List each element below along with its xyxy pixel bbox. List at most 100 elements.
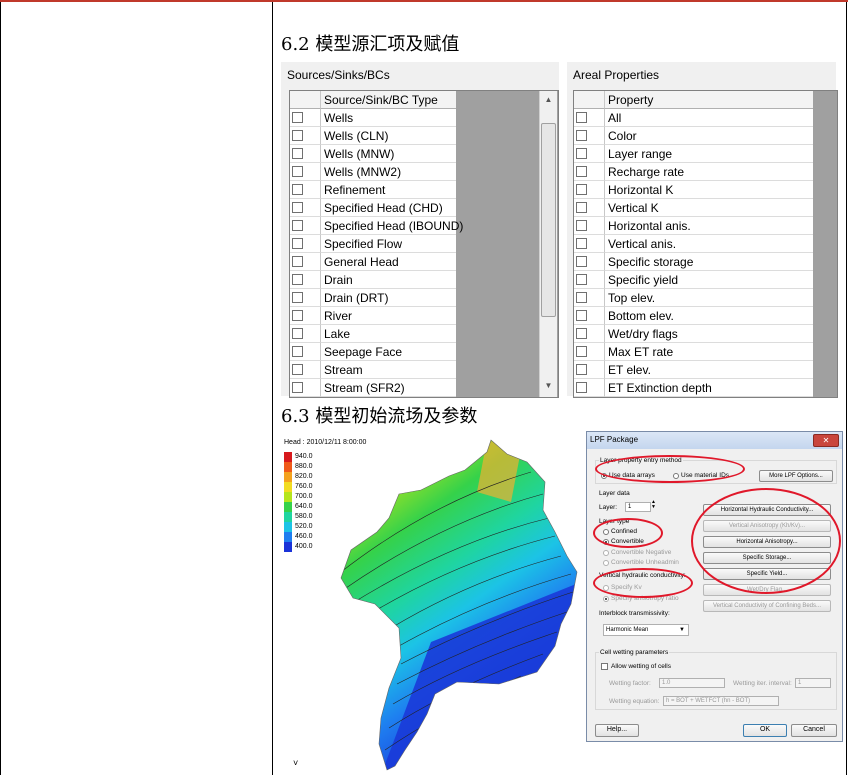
scroll-thumb[interactable] bbox=[541, 123, 556, 317]
scroll-down-arrow-icon[interactable]: ▼ bbox=[540, 379, 557, 393]
source-sink-row[interactable]: Lake bbox=[290, 325, 456, 343]
checkbox-cell bbox=[290, 343, 321, 361]
source-sink-row[interactable]: Seepage Face bbox=[290, 343, 456, 361]
annotation-ellipse-property-buttons bbox=[691, 488, 841, 594]
areal-property-checkbox[interactable] bbox=[576, 364, 587, 375]
source-sink-row[interactable]: Stream bbox=[290, 361, 456, 379]
source-sink-label: General Head bbox=[321, 253, 456, 271]
source-sink-checkbox[interactable] bbox=[292, 292, 303, 303]
areal-property-row[interactable]: Wet/dry flags bbox=[574, 325, 813, 343]
areal-property-row[interactable]: Horizontal K bbox=[574, 181, 813, 199]
source-sink-row[interactable]: Stream (SFR2) bbox=[290, 379, 456, 397]
source-sink-row[interactable]: River bbox=[290, 307, 456, 325]
areal-property-row[interactable]: Bottom elev. bbox=[574, 307, 813, 325]
source-sink-checkbox[interactable] bbox=[292, 328, 303, 339]
source-sink-row[interactable]: General Head bbox=[290, 253, 456, 271]
source-sink-checkbox[interactable] bbox=[292, 184, 303, 195]
annotation-ellipse-vhc bbox=[593, 568, 693, 598]
source-sink-checkbox[interactable] bbox=[292, 364, 303, 375]
areal-property-label: Vertical K bbox=[605, 199, 813, 217]
areal-property-checkbox[interactable] bbox=[576, 238, 587, 249]
areal-property-row[interactable]: Color bbox=[574, 127, 813, 145]
specify-ratio-radio[interactable] bbox=[603, 596, 609, 602]
source-sink-row[interactable]: Wells (MNW2) bbox=[290, 163, 456, 181]
areal-property-label: ET elev. bbox=[605, 361, 813, 379]
source-sink-label: Drain bbox=[321, 271, 456, 289]
interblock-select[interactable]: Harmonic Mean ▼ bbox=[603, 624, 689, 636]
areal-property-checkbox[interactable] bbox=[576, 112, 587, 123]
convertible-negative-radio[interactable] bbox=[603, 550, 609, 556]
areal-property-checkbox[interactable] bbox=[576, 292, 587, 303]
areal-column-header[interactable]: Property bbox=[605, 91, 813, 109]
more-lpf-options-button[interactable]: More LPF Options... bbox=[759, 470, 833, 482]
checkbox-cell bbox=[574, 145, 605, 163]
areal-property-row[interactable]: Specific yield bbox=[574, 271, 813, 289]
source-sink-row[interactable]: Specified Flow bbox=[290, 235, 456, 253]
areal-property-checkbox[interactable] bbox=[576, 310, 587, 321]
areal-property-checkbox[interactable] bbox=[576, 274, 587, 285]
areal-property-row[interactable]: Top elev. bbox=[574, 289, 813, 307]
source-sink-checkbox[interactable] bbox=[292, 112, 303, 123]
areal-property-checkbox[interactable] bbox=[576, 202, 587, 213]
source-sink-checkbox[interactable] bbox=[292, 220, 303, 231]
source-sink-checkbox[interactable] bbox=[292, 166, 303, 177]
sources-column-header[interactable]: Source/Sink/BC Type bbox=[321, 91, 456, 109]
areal-property-row[interactable]: Max ET rate bbox=[574, 343, 813, 361]
allow-wetting-checkbox[interactable] bbox=[601, 663, 608, 670]
areal-property-row[interactable]: All bbox=[574, 109, 813, 127]
scroll-up-arrow-icon[interactable]: ▲ bbox=[540, 93, 557, 107]
wetting-iter-input[interactable]: 1 bbox=[795, 678, 831, 688]
wetting-equation-select[interactable]: h = BOT + WETFCT (hn - BOT) bbox=[663, 696, 779, 706]
source-sink-row[interactable]: Wells bbox=[290, 109, 456, 127]
source-sink-checkbox[interactable] bbox=[292, 310, 303, 321]
sources-scrollbar[interactable]: ▲ ▼ bbox=[539, 91, 557, 397]
areal-property-checkbox[interactable] bbox=[576, 346, 587, 357]
source-sink-checkbox[interactable] bbox=[292, 274, 303, 285]
areal-property-label: All bbox=[605, 109, 813, 127]
areal-property-checkbox[interactable] bbox=[576, 382, 587, 393]
source-sink-checkbox[interactable] bbox=[292, 238, 303, 249]
areal-property-checkbox[interactable] bbox=[576, 328, 587, 339]
areal-property-row[interactable]: Vertical K bbox=[574, 199, 813, 217]
convertible-unheadmin-radio[interactable] bbox=[603, 560, 609, 566]
source-sink-checkbox[interactable] bbox=[292, 202, 303, 213]
areal-property-checkbox[interactable] bbox=[576, 130, 587, 141]
checkbox-cell bbox=[574, 235, 605, 253]
areal-property-checkbox[interactable] bbox=[576, 166, 587, 177]
layer-data-label: Layer data bbox=[599, 490, 630, 497]
help-button[interactable]: Help... bbox=[595, 724, 639, 737]
areal-property-checkbox[interactable] bbox=[576, 148, 587, 159]
source-sink-row[interactable]: Specified Head (CHD) bbox=[290, 199, 456, 217]
source-sink-checkbox[interactable] bbox=[292, 130, 303, 141]
layer-spinner-icon[interactable]: ▲ ▼ bbox=[651, 500, 656, 510]
source-sink-checkbox[interactable] bbox=[292, 256, 303, 267]
areal-property-row[interactable]: ET Extinction depth bbox=[574, 379, 813, 397]
source-sink-label: Specified Flow bbox=[321, 235, 456, 253]
vertical-conductivity-confining-button[interactable]: Vertical Conductivity of Confining Beds.… bbox=[703, 600, 831, 612]
areal-property-checkbox[interactable] bbox=[576, 220, 587, 231]
areal-property-row[interactable]: ET elev. bbox=[574, 361, 813, 379]
source-sink-row[interactable]: Refinement bbox=[290, 181, 456, 199]
areal-property-row[interactable]: Recharge rate bbox=[574, 163, 813, 181]
source-sink-row[interactable]: Drain bbox=[290, 271, 456, 289]
areal-property-checkbox[interactable] bbox=[576, 256, 587, 267]
ok-button[interactable]: OK bbox=[743, 724, 787, 737]
layer-input[interactable]: 1 bbox=[625, 502, 651, 512]
checkbox-cell bbox=[574, 127, 605, 145]
wetting-factor-input[interactable]: 1.0 bbox=[659, 678, 725, 688]
source-sink-row[interactable]: Wells (CLN) bbox=[290, 127, 456, 145]
areal-property-checkbox[interactable] bbox=[576, 184, 587, 195]
source-sink-checkbox[interactable] bbox=[292, 346, 303, 357]
source-sink-checkbox[interactable] bbox=[292, 148, 303, 159]
close-icon[interactable]: ✕ bbox=[813, 434, 839, 447]
areal-property-row[interactable]: Vertical anis. bbox=[574, 235, 813, 253]
areal-property-row[interactable]: Horizontal anis. bbox=[574, 217, 813, 235]
source-sink-row[interactable]: Drain (DRT) bbox=[290, 289, 456, 307]
source-sink-row[interactable]: Specified Head (IBOUND) bbox=[290, 217, 463, 235]
source-sink-checkbox[interactable] bbox=[292, 382, 303, 393]
header-check-cell bbox=[290, 91, 321, 109]
areal-property-row[interactable]: Specific storage bbox=[574, 253, 813, 271]
source-sink-row[interactable]: Wells (MNW) bbox=[290, 145, 456, 163]
areal-property-row[interactable]: Layer range bbox=[574, 145, 813, 163]
cancel-button[interactable]: Cancel bbox=[791, 724, 837, 737]
